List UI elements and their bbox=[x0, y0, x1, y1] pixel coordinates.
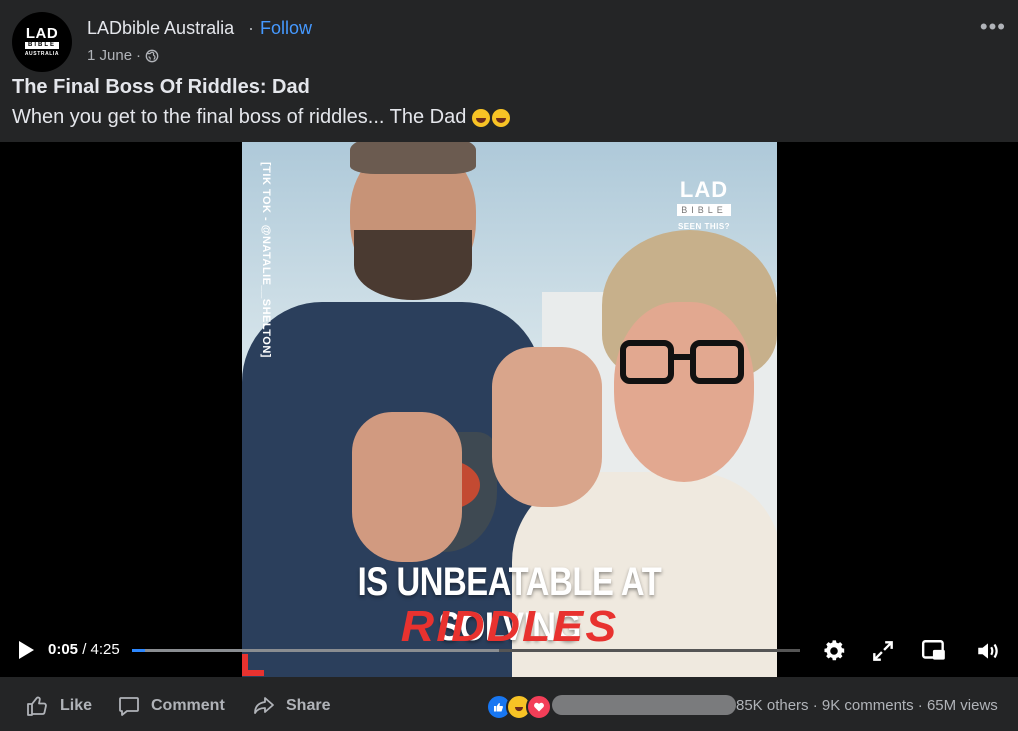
current-time: 0:05 bbox=[48, 641, 79, 658]
post-description-text: When you get to the final boss of riddle… bbox=[12, 106, 467, 128]
comments-count[interactable]: 9K comments bbox=[822, 697, 914, 714]
post-title: The Final Boss Of Riddles: Dad bbox=[12, 76, 310, 98]
reaction-icons[interactable] bbox=[486, 694, 552, 720]
time-display: 0:05 / 4:25 bbox=[48, 641, 120, 658]
video-frame[interactable]: [TIK TOK - @NATALIE__SHELTON] LAD BIBLE … bbox=[242, 142, 777, 677]
page-name-link[interactable]: LADbible Australia bbox=[87, 18, 234, 39]
progress-bar[interactable] bbox=[132, 649, 800, 652]
settings-icon[interactable] bbox=[821, 638, 847, 664]
man-beard bbox=[354, 230, 472, 300]
avatar-logo-line3: AUSTRALIA bbox=[24, 51, 60, 57]
like-button[interactable]: Like bbox=[26, 694, 92, 718]
ladbible-brand-logo: LAD BIBLE SEEN THIS? bbox=[669, 177, 739, 231]
engagement-counts: 85K others · 9K comments · 65M views bbox=[736, 697, 998, 714]
views-count: 65M views bbox=[926, 697, 998, 714]
reaction-count[interactable]: 85K others bbox=[736, 697, 809, 714]
share-label: Share bbox=[286, 697, 331, 714]
laughing-crying-emoji bbox=[472, 108, 491, 127]
player-controls: 0:05 / 4:25 bbox=[0, 628, 1018, 674]
post-meta: 1 June · bbox=[87, 47, 159, 64]
laughing-crying-emoji bbox=[492, 108, 511, 127]
name-follow-separator: · bbox=[248, 18, 254, 38]
page-avatar[interactable]: LAD BIBLE AUSTRALIA bbox=[12, 12, 72, 72]
video-watermark: [TIK TOK - @NATALIE__SHELTON] bbox=[260, 162, 272, 358]
like-label: Like bbox=[60, 697, 93, 714]
more-options-icon[interactable]: ••• bbox=[980, 16, 1006, 38]
brand-logo-line1: LAD bbox=[679, 177, 729, 202]
count-separator: · bbox=[917, 697, 923, 714]
picture-in-picture-icon[interactable] bbox=[921, 638, 947, 664]
follow-button[interactable]: Follow bbox=[260, 18, 312, 39]
man-hair bbox=[350, 142, 476, 174]
volume-icon[interactable] bbox=[975, 638, 1001, 664]
video-player[interactable]: [TIK TOK - @NATALIE__SHELTON] LAD BIBLE … bbox=[0, 142, 1018, 677]
time-separator: / bbox=[78, 641, 91, 658]
thumbs-up-icon bbox=[27, 696, 47, 716]
brand-logo-line2: BIBLE bbox=[677, 204, 731, 216]
post-header: LAD BIBLE AUSTRALIA LADbible Australia ·… bbox=[0, 0, 1018, 72]
played-bar bbox=[132, 649, 146, 652]
love-reaction-icon bbox=[526, 694, 552, 720]
globe-icon bbox=[145, 49, 159, 62]
brand-tagline: SEEN THIS? bbox=[677, 222, 731, 231]
woman-face bbox=[614, 302, 754, 482]
post-action-bar: Like Comment Share 85K others · 9K comme… bbox=[0, 677, 1018, 731]
avatar-logo-line2: BIBLE bbox=[25, 42, 59, 49]
count-separator: · bbox=[812, 697, 818, 714]
fullscreen-icon[interactable] bbox=[870, 638, 896, 664]
post-description: When you get to the final boss of riddle… bbox=[12, 106, 511, 129]
share-button[interactable]: Share bbox=[252, 694, 330, 718]
avatar-logo-line1: LAD bbox=[25, 25, 59, 42]
duration: 4:25 bbox=[90, 641, 120, 658]
comment-label: Comment bbox=[151, 697, 225, 714]
comment-button[interactable]: Comment bbox=[117, 694, 225, 718]
share-icon bbox=[254, 697, 274, 714]
play-icon[interactable] bbox=[16, 640, 36, 660]
comment-icon bbox=[119, 697, 139, 716]
meta-separator: · bbox=[136, 47, 142, 64]
buffered-bar bbox=[132, 649, 500, 652]
redacted-names bbox=[552, 695, 736, 715]
man-hand bbox=[352, 412, 462, 562]
post-date[interactable]: 1 June bbox=[87, 47, 132, 64]
woman-hand bbox=[492, 347, 602, 507]
glasses bbox=[620, 340, 744, 386]
